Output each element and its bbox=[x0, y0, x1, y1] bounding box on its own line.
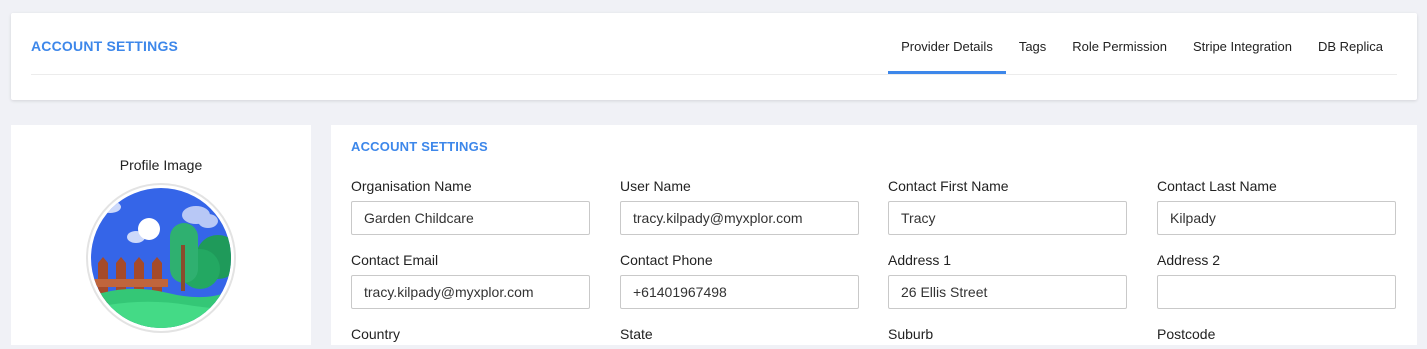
account-settings-header: ACCOUNT SETTINGS Provider Details Tags R… bbox=[11, 13, 1417, 100]
profile-card: Profile Image bbox=[11, 125, 311, 345]
address-2-input[interactable] bbox=[1157, 275, 1396, 309]
state-label: State bbox=[620, 326, 653, 342]
header-divider bbox=[31, 74, 1397, 75]
contact-first-name-label: Contact First Name bbox=[888, 178, 1009, 194]
state-field: State bbox=[620, 326, 859, 349]
tab-provider-details[interactable]: Provider Details bbox=[888, 13, 1006, 74]
user-name-input[interactable] bbox=[620, 201, 859, 235]
user-name-field: User Name bbox=[620, 178, 859, 235]
account-settings-form: ACCOUNT SETTINGS Organisation Name User … bbox=[331, 125, 1417, 345]
suburb-label: Suburb bbox=[888, 326, 934, 342]
contact-email-field: Contact Email bbox=[351, 252, 590, 309]
contact-email-input[interactable] bbox=[351, 275, 590, 309]
address-1-label: Address 1 bbox=[888, 252, 952, 268]
settings-tabs: Provider Details Tags Role Permission St… bbox=[888, 13, 1396, 74]
tab-role-permission[interactable]: Role Permission bbox=[1059, 13, 1180, 74]
organisation-name-input[interactable] bbox=[351, 201, 590, 235]
contact-first-name-input[interactable] bbox=[888, 201, 1127, 235]
contact-last-name-field: Contact Last Name bbox=[1157, 178, 1396, 235]
contact-last-name-input[interactable] bbox=[1157, 201, 1396, 235]
address-1-input[interactable] bbox=[888, 275, 1127, 309]
postcode-label: Postcode bbox=[1157, 326, 1216, 342]
page-title: ACCOUNT SETTINGS bbox=[31, 38, 179, 54]
postcode-field: Postcode bbox=[1157, 326, 1396, 349]
contact-first-name-field: Contact First Name bbox=[888, 178, 1127, 235]
tab-stripe-integration[interactable]: Stripe Integration bbox=[1180, 13, 1305, 74]
address-1-field: Address 1 bbox=[888, 252, 1127, 309]
contact-email-label: Contact Email bbox=[351, 252, 439, 268]
user-name-label: User Name bbox=[620, 178, 691, 194]
profile-image[interactable] bbox=[86, 183, 236, 333]
garden-illustration-icon bbox=[91, 188, 231, 328]
suburb-field: Suburb bbox=[888, 326, 1127, 349]
contact-phone-field: Contact Phone bbox=[620, 252, 859, 309]
country-field: Country bbox=[351, 326, 590, 349]
contact-phone-input[interactable] bbox=[620, 275, 859, 309]
contact-phone-label: Contact Phone bbox=[620, 252, 713, 268]
country-label: Country bbox=[351, 326, 401, 342]
address-2-label: Address 2 bbox=[1157, 252, 1221, 268]
profile-image-label: Profile Image bbox=[119, 157, 203, 173]
contact-last-name-label: Contact Last Name bbox=[1157, 178, 1277, 194]
tab-tags[interactable]: Tags bbox=[1006, 13, 1059, 74]
organisation-name-field: Organisation Name bbox=[351, 178, 590, 235]
tab-db-replica[interactable]: DB Replica bbox=[1305, 13, 1396, 74]
section-title: ACCOUNT SETTINGS bbox=[351, 139, 488, 154]
address-2-field: Address 2 bbox=[1157, 252, 1396, 309]
organisation-name-label: Organisation Name bbox=[351, 178, 472, 194]
